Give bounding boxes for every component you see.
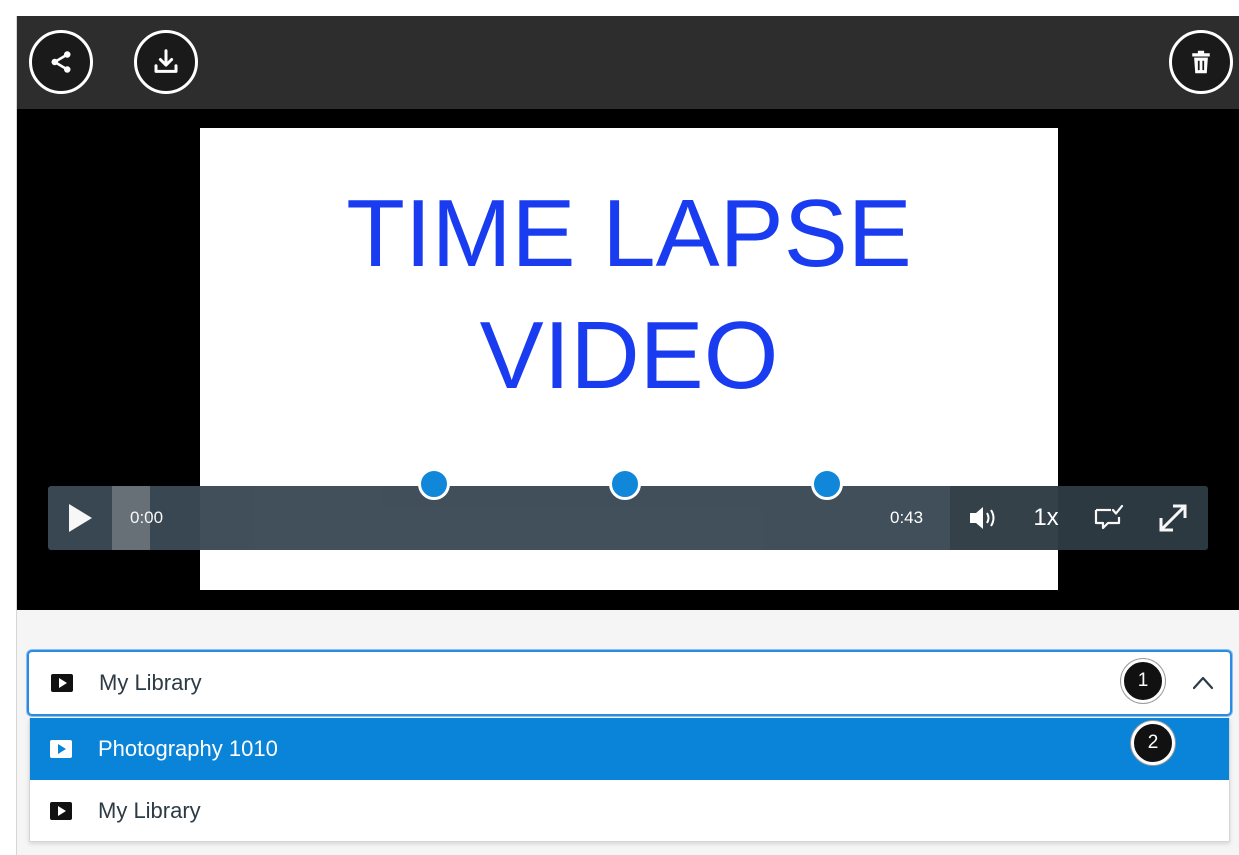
video-library-icon	[50, 740, 72, 758]
option-label: Photography 1010	[98, 736, 278, 761]
duration: 0:43	[890, 508, 924, 527]
playback-rate-button[interactable]: 1x	[1016, 486, 1076, 550]
video-library-icon	[50, 802, 72, 820]
share-button[interactable]	[29, 30, 93, 94]
media-viewer: TIME LAPSE VIDEO 0:00 0:43 1x My Library…	[16, 16, 1239, 855]
volume-button[interactable]	[956, 486, 1014, 550]
callout-badge-2: 2	[1131, 721, 1175, 765]
library-select[interactable]: My Library	[27, 650, 1232, 716]
video-player[interactable]: TIME LAPSE VIDEO 0:00 0:43 1x	[17, 109, 1239, 610]
comment-marker[interactable]	[418, 468, 450, 500]
captions-icon	[1094, 504, 1124, 530]
video-slide-title: TIME LAPSE VIDEO	[346, 180, 912, 409]
media-toolbar	[17, 16, 1239, 109]
library-option-my-library[interactable]: My Library	[30, 780, 1229, 842]
library-option-photography-1010[interactable]: Photography 1010	[30, 718, 1229, 780]
fullscreen-button[interactable]	[1142, 486, 1204, 550]
captions-button[interactable]	[1078, 486, 1140, 550]
expand-icon	[1159, 504, 1187, 532]
callout-badge-1: 1	[1121, 659, 1165, 703]
comment-marker[interactable]	[811, 468, 843, 500]
trash-icon	[1192, 50, 1210, 74]
library-options-list: Photography 1010 My Library	[29, 718, 1230, 842]
share-icon	[51, 51, 71, 73]
chevron-up-icon[interactable]	[1190, 670, 1216, 696]
download-button[interactable]	[134, 30, 198, 94]
play-icon	[69, 504, 92, 532]
download-icon	[154, 49, 178, 73]
play-button[interactable]	[48, 486, 112, 550]
current-time: 0:00	[130, 508, 164, 527]
delete-button[interactable]	[1169, 30, 1233, 94]
comment-marker[interactable]	[609, 468, 641, 500]
video-library-icon	[51, 674, 73, 692]
selected-library-label: My Library	[99, 670, 202, 695]
volume-icon	[970, 507, 995, 529]
player-settings-group: 1x	[950, 486, 1208, 550]
video-controls-bar: 0:00 0:43 1x	[48, 468, 1208, 550]
option-label: My Library	[98, 798, 201, 823]
